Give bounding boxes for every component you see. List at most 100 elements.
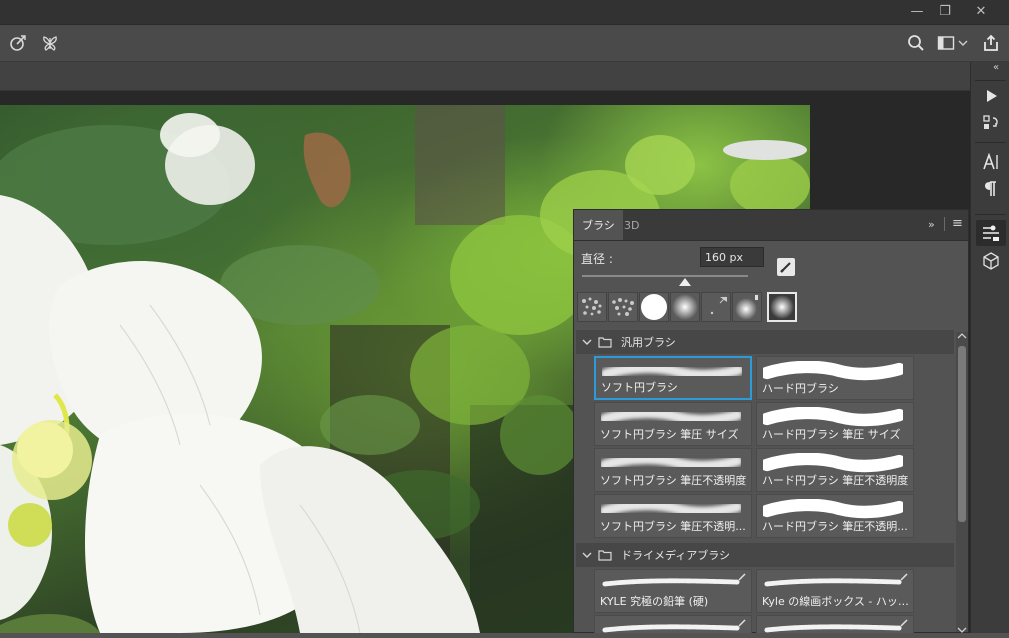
- stroke-path: [601, 453, 741, 472]
- brush-preset-item[interactable]: ハード円ブラシ 筆圧不透明度: [756, 448, 914, 492]
- paragraph-button[interactable]: [976, 176, 1006, 202]
- history-icon: [983, 115, 998, 129]
- brush-preset-label: ハード円ブラシ 筆圧 サイズ: [762, 428, 901, 441]
- scroll-up-button[interactable]: [957, 332, 967, 342]
- pencil-tip-icon: [900, 619, 908, 630]
- hard-stroke-preview-icon: [763, 361, 903, 381]
- panel-scrollbar-thumb[interactable]: [958, 346, 966, 522]
- strip-divider: [975, 80, 1006, 81]
- restore-button[interactable]: ❐: [930, 0, 960, 22]
- tab-divider: [944, 217, 945, 231]
- recent-brush-4[interactable]: [670, 292, 700, 322]
- brush-group-header[interactable]: 汎用ブラシ: [576, 330, 954, 354]
- stroke-path: [763, 407, 903, 427]
- minimize-button[interactable]: —: [902, 0, 932, 22]
- size-slider-track[interactable]: [582, 275, 748, 277]
- 3d-button[interactable]: [976, 248, 1006, 274]
- brush-preset-item[interactable]: ハード円ブラシ: [756, 356, 914, 400]
- tab-3d[interactable]: 3D: [616, 210, 647, 240]
- hard-stroke-preview-icon: [763, 407, 903, 427]
- brush-preset-label: ソフト円ブラシ 筆圧不透明...: [600, 520, 746, 533]
- spatter-brush-icon: [582, 297, 602, 316]
- stroke-path: [601, 499, 741, 518]
- recent-brush-3[interactable]: [639, 292, 669, 322]
- brush-preset-label: KYLE 究極の鉛筆 (硬): [600, 595, 709, 608]
- search-button[interactable]: [902, 29, 930, 57]
- stroke-path: [764, 624, 902, 633]
- soft-stroke-preview-icon: [601, 499, 741, 518]
- close-icon: ✕: [975, 3, 987, 19]
- hamburger-icon: ≡: [952, 216, 963, 231]
- pen-brush-icon: [710, 296, 727, 315]
- character-button[interactable]: [976, 149, 1006, 175]
- size-input[interactable]: 160 px: [700, 247, 764, 267]
- share-button[interactable]: [977, 29, 1005, 57]
- create-brush-button[interactable]: [777, 258, 795, 276]
- workspace-dropdown[interactable]: [956, 29, 970, 57]
- soft-round-brush-icon: [672, 294, 698, 320]
- brush-preset-item[interactable]: KYLE 究極の鉛筆 (硬): [594, 569, 752, 613]
- history-button[interactable]: [976, 110, 1006, 136]
- soft-round-pressure-brush-icon: [735, 295, 758, 320]
- tab-3d-label: 3D: [624, 218, 640, 232]
- strip-divider: [975, 142, 1006, 143]
- brush-grid-general: ソフト円ブラシ ハード円ブラシ ソフト円ブラシ 筆圧 サイズ ハード円ブラシ 筆圧 サ…: [594, 356, 938, 542]
- paragraph-icon: [985, 181, 996, 196]
- stroke-path: [601, 407, 741, 426]
- refine-hair-button[interactable]: [36, 29, 64, 57]
- brush-preset-item[interactable]: [594, 615, 752, 633]
- brush-preset-label: ハード円ブラシ 筆圧不透明...: [762, 520, 908, 533]
- brush-preset-item[interactable]: ソフト円ブラシ 筆圧不透明度: [594, 448, 752, 492]
- stroke-path: [602, 624, 740, 633]
- brush-preset-item[interactable]: ソフト円ブラシ 筆圧不透明...: [594, 494, 752, 538]
- chevron-down-icon: [958, 40, 968, 46]
- folder-icon: [598, 550, 612, 561]
- share-icon: [984, 34, 998, 51]
- hard-stroke-preview-icon: [763, 499, 903, 519]
- options-bar: [0, 25, 1009, 62]
- brush-preset-item[interactable]: [756, 615, 914, 633]
- recent-brush-2[interactable]: [608, 292, 638, 322]
- brush-preset-item[interactable]: ハード円ブラシ 筆圧 サイズ: [756, 402, 914, 446]
- recent-brush-7-selected[interactable]: [767, 292, 797, 322]
- brush-group-name: ドライメディアブラシ: [621, 549, 731, 562]
- close-button[interactable]: ✕: [966, 0, 996, 22]
- chevron-down-icon: [582, 552, 592, 558]
- select-subject-button[interactable]: [4, 29, 32, 57]
- brush-preset-label: ソフト円ブラシ: [601, 381, 678, 394]
- stroke-path: [763, 453, 903, 473]
- 3d-cube-icon: [983, 252, 999, 270]
- recent-brush-1[interactable]: [577, 292, 607, 322]
- brush-preset-item[interactable]: ハード円ブラシ 筆圧不透明...: [756, 494, 914, 538]
- size-slider-handle[interactable]: [678, 278, 691, 286]
- soft-stroke-preview-icon: [601, 407, 741, 426]
- soft-round-brush-icon: [769, 294, 795, 320]
- brush-settings-icon: [983, 225, 999, 241]
- scroll-down-button[interactable]: [957, 619, 967, 638]
- size-label: 直径 :: [581, 252, 613, 266]
- collapse-panels-button[interactable]: «: [993, 62, 999, 73]
- pencil-stroke-preview-icon: [764, 578, 902, 587]
- chevron-up-icon: [957, 333, 967, 339]
- brush-settings-button[interactable]: [976, 220, 1006, 246]
- panel-menu-button[interactable]: ≡: [952, 216, 963, 231]
- pencil-tip-icon: [900, 573, 908, 584]
- recent-brush-6[interactable]: [732, 292, 762, 322]
- strip-divider: [975, 214, 1006, 215]
- brush-preset-item[interactable]: ソフト円ブラシ 筆圧 サイズ: [594, 402, 752, 446]
- brush-panel: ブラシ 3D » ≡ 直径 : 160 px 汎用ブラシ ソフト円ブラシ ハード…: [573, 209, 969, 633]
- character-icon: [983, 153, 998, 170]
- folder-icon: [598, 337, 612, 348]
- restore-icon: ❐: [939, 3, 951, 19]
- brush-preset-item[interactable]: ソフト円ブラシ: [594, 356, 752, 400]
- stroke-path: [763, 499, 903, 519]
- expand-panel-button[interactable]: »: [928, 218, 935, 231]
- brush-preset-label: ハード円ブラシ: [762, 382, 839, 395]
- brush-preset-item[interactable]: Kyle の線画ボックス - ハッピ...: [756, 569, 914, 613]
- pencil-stroke-preview-icon: [602, 624, 740, 633]
- butterfly-icon: [43, 36, 57, 51]
- brush-group-header[interactable]: ドライメディアブラシ: [576, 543, 954, 567]
- recent-brush-5[interactable]: [701, 292, 731, 322]
- actions-button[interactable]: [976, 83, 1006, 109]
- soft-stroke-preview-icon: [601, 453, 741, 472]
